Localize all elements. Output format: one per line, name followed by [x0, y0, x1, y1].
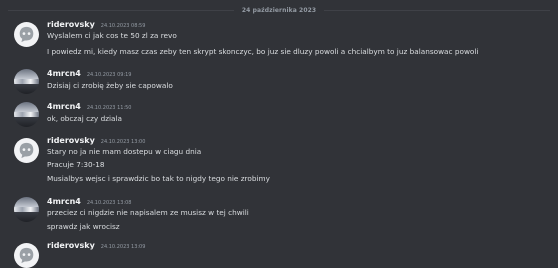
avatar[interactable] — [14, 197, 39, 222]
avatar[interactable] — [14, 243, 39, 268]
message-text: Stary no ja nie mam dostepu w ciagu dnia — [47, 147, 202, 156]
avatar[interactable] — [14, 69, 39, 94]
timestamp: 24.10.2023 13:00 — [100, 139, 146, 145]
author-name[interactable]: riderovsky — [47, 241, 95, 250]
discord-logo-icon — [19, 247, 34, 264]
timestamp: 24.10.2023 09:19 — [86, 72, 132, 78]
author-name[interactable]: 4mrcn4 — [47, 102, 81, 111]
avatar[interactable] — [14, 22, 39, 47]
discord-logo-icon — [19, 142, 34, 159]
timestamp: 24.10.2023 08:59 — [100, 23, 146, 29]
timestamp: 24.10.2023 11:50 — [86, 105, 132, 111]
message-text: Pracuje 7:30-18 — [47, 160, 105, 169]
author-name[interactable]: riderovsky — [47, 136, 95, 145]
message-text: Musialbys wejsc i sprawdzic bo tak to ni… — [47, 174, 270, 183]
timestamp: 24.10.2023 13:09 — [100, 244, 146, 250]
message-text: Wyslalem ci jak cos te 50 zl za revo — [47, 31, 177, 40]
avatar[interactable] — [14, 102, 39, 127]
timestamp: 24.10.2023 13:08 — [86, 200, 132, 206]
discord-logo-icon — [19, 26, 34, 43]
message-text: sprawdz jak wrocisz — [47, 222, 120, 231]
message-text: przeciez ci nigdzie nie napisalem ze mus… — [47, 208, 249, 217]
message-text: Dzisiaj ci zrobię żeby sie capowalo — [47, 81, 173, 90]
date-divider: 24 października 2023 — [8, 4, 550, 16]
author-name[interactable]: 4mrcn4 — [47, 69, 81, 78]
message-text: I powiedz mi, kiedy masz czas zeby ten s… — [47, 47, 479, 56]
avatar[interactable] — [14, 138, 39, 163]
divider-line-right — [324, 9, 550, 11]
message-text: ok, obczaj czy dziala — [47, 114, 123, 123]
author-name[interactable]: 4mrcn4 — [47, 197, 81, 206]
author-name[interactable]: riderovsky — [47, 20, 95, 29]
divider-line-left — [8, 9, 234, 11]
date-divider-label: 24 października 2023 — [241, 6, 317, 14]
